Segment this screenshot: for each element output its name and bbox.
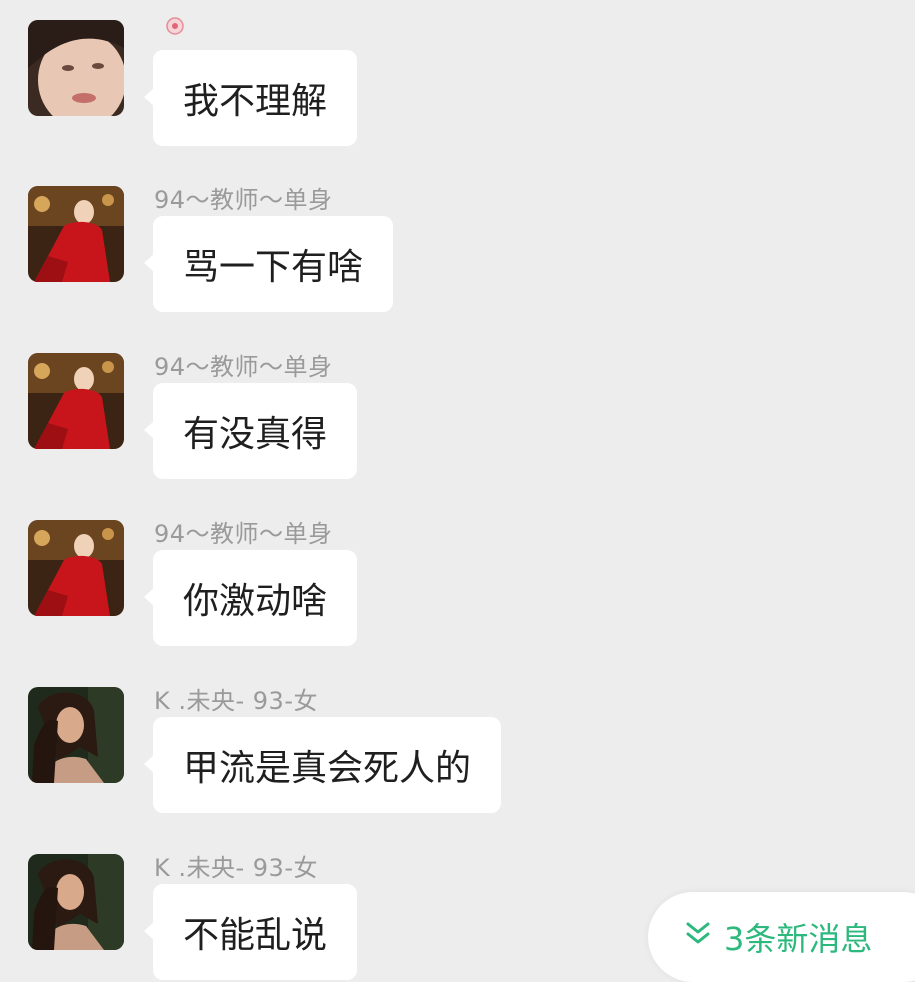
dark-hair-avatar-image xyxy=(28,854,124,950)
message-bubble[interactable]: 我不理解 xyxy=(143,50,358,146)
new-messages-button[interactable]: 3条新消息 xyxy=(648,892,915,982)
avatar[interactable] xyxy=(28,20,124,116)
message-bubble[interactable]: 甲流是真会死人的 xyxy=(143,717,502,813)
message-bubble[interactable]: 不能乱说 xyxy=(143,884,358,980)
avatar[interactable] xyxy=(28,353,124,449)
avatar[interactable] xyxy=(28,854,124,950)
new-messages-label: 3条新消息 xyxy=(724,920,873,958)
message-bubble[interactable]: 有没真得 xyxy=(143,383,358,479)
chat-message-list[interactable]: 我不理解 94～教师～单身 骂一下有啥 94～教师～单身 有没真得 94～教师～… xyxy=(0,0,915,982)
emblem-icon xyxy=(166,17,184,35)
red-dress-avatar-image xyxy=(28,520,124,616)
message-text: 有没真得 xyxy=(183,414,328,455)
sender-name: K .未央- 93-女 xyxy=(154,854,318,882)
woman-closeup-avatar-image xyxy=(28,20,124,116)
sender-name: K .未央- 93-女 xyxy=(154,687,318,715)
sender-name: 94～教师～单身 xyxy=(154,353,333,381)
message-bubble[interactable]: 骂一下有啥 xyxy=(143,216,394,312)
message-text: 甲流是真会死人的 xyxy=(183,748,472,789)
message-text: 我不理解 xyxy=(183,81,328,122)
avatar[interactable] xyxy=(28,186,124,282)
double-chevron-down-icon xyxy=(686,922,710,944)
sender-name: 94～教师～单身 xyxy=(154,520,333,548)
red-dress-avatar-image xyxy=(28,353,124,449)
message-bubble[interactable]: 你激动啥 xyxy=(143,550,358,646)
avatar[interactable] xyxy=(28,520,124,616)
message-text: 你激动啥 xyxy=(183,581,328,622)
sender-name: 94～教师～单身 xyxy=(154,186,333,214)
dark-hair-avatar-image xyxy=(28,687,124,783)
message-text: 不能乱说 xyxy=(183,915,328,956)
red-dress-avatar-image xyxy=(28,186,124,282)
avatar[interactable] xyxy=(28,687,124,783)
message-text: 骂一下有啥 xyxy=(183,247,364,288)
